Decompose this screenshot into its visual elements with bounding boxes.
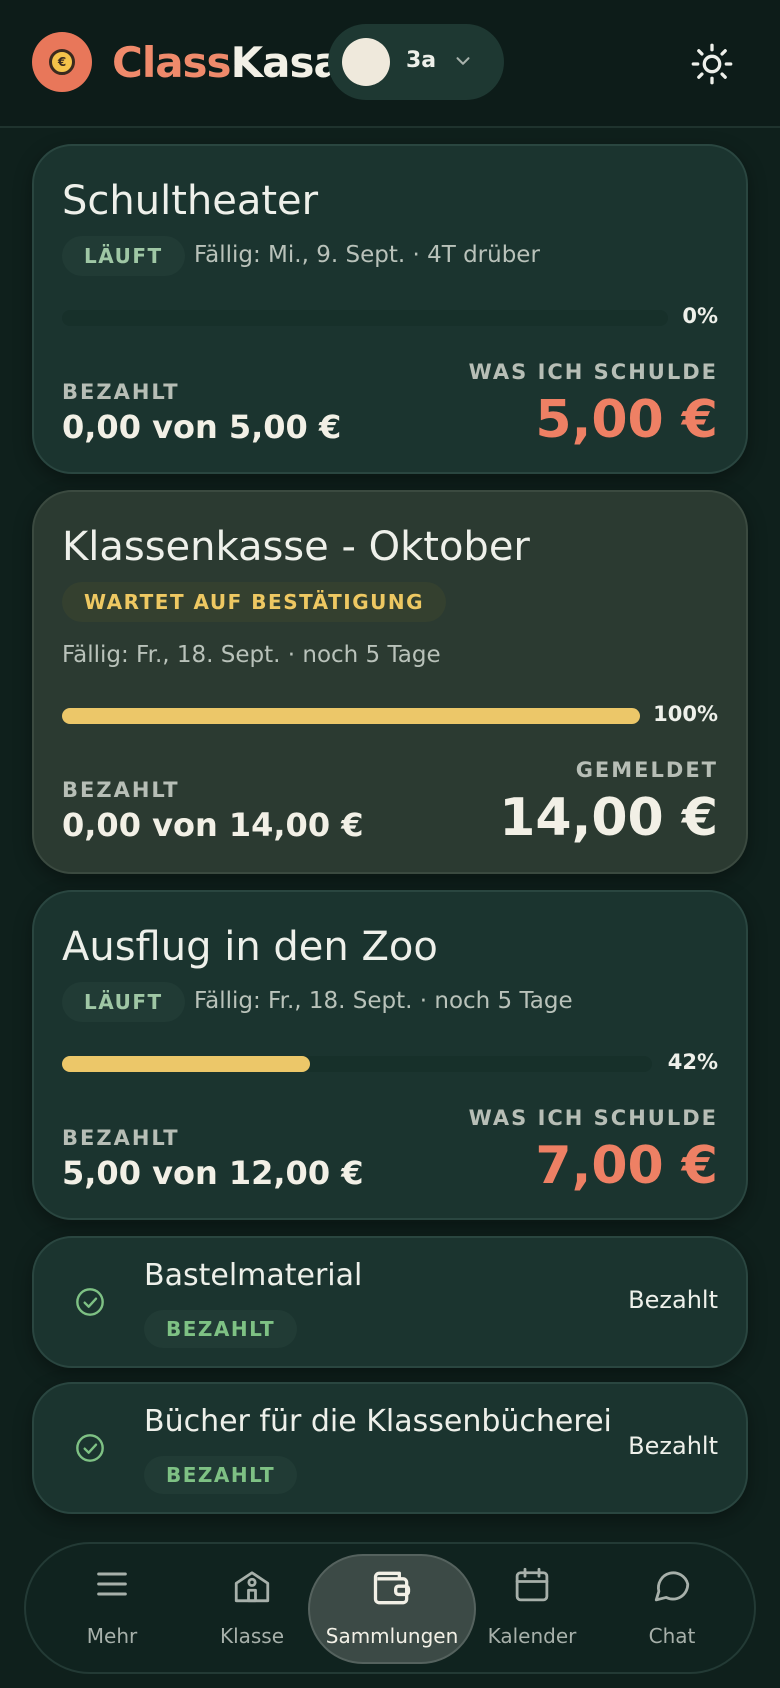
- status-badge: WARTET AUF BESTÄTIGUNG: [62, 582, 447, 622]
- nav-label: Chat: [648, 1624, 696, 1648]
- coin-icon: €: [49, 49, 75, 75]
- check-circle-icon: [76, 1434, 104, 1462]
- app-header: € ClassKasa 3a: [0, 0, 780, 128]
- amount-label: GEMELDET: [575, 758, 718, 782]
- progress-percent: 100%: [653, 702, 718, 726]
- brand-name: ClassKasa: [112, 38, 342, 87]
- progress-fill: [62, 1056, 310, 1072]
- wallet-icon: [373, 1571, 411, 1605]
- progress-bar: [62, 708, 640, 724]
- bottom-navigation: Mehr Klasse Sammlungen Kalender Chat: [24, 1542, 756, 1674]
- due-date: Fällig: Fr., 18. Sept. · noch 5 Tage: [62, 642, 441, 668]
- check-circle-icon: [76, 1288, 104, 1316]
- class-switcher[interactable]: 3a: [328, 24, 504, 100]
- paid-badge: BEZAHLT: [144, 1310, 298, 1348]
- brand-part-kasa: Kasa: [230, 38, 342, 87]
- collection-card-schultheater[interactable]: Schultheater LÄUFT Fällig: Mi., 9. Sept.…: [32, 144, 748, 474]
- chevron-down-icon: [456, 57, 470, 65]
- collection-card-zoo[interactable]: Ausflug in den Zoo LÄUFT Fällig: Fr., 18…: [32, 890, 748, 1220]
- nav-mehr[interactable]: Mehr: [42, 1544, 182, 1672]
- collection-title: Bastelmaterial: [144, 1258, 363, 1293]
- collection-title: Klassenkasse - Oktober: [62, 524, 530, 570]
- nav-label: Klasse: [219, 1624, 285, 1648]
- paid-collection-card[interactable]: Bücher für die Klassenbücherei BEZAHLT B…: [32, 1382, 748, 1514]
- paid-amount: 5,00 von 12,00 €: [62, 1154, 364, 1192]
- school-icon: [234, 1571, 270, 1603]
- progress-bar: [62, 1056, 652, 1072]
- paid-label: BEZAHLT: [62, 380, 180, 404]
- amount-label: WAS ICH SCHULDE: [468, 360, 718, 384]
- chat-icon: [654, 1571, 690, 1602]
- amount-label: WAS ICH SCHULDE: [468, 1106, 718, 1130]
- class-avatar: [342, 38, 390, 86]
- nav-klasse[interactable]: Klasse: [182, 1544, 322, 1672]
- progress-percent: 42%: [667, 1050, 718, 1074]
- collection-title: Ausflug in den Zoo: [62, 924, 438, 970]
- theme-toggle-sun-icon[interactable]: [690, 42, 734, 86]
- progress-percent: 0%: [682, 304, 718, 328]
- nav-label: Mehr: [86, 1624, 138, 1648]
- app-logo: €: [32, 32, 92, 92]
- progress-bar: [62, 310, 668, 326]
- paid-amount: 0,00 von 14,00 €: [62, 806, 364, 844]
- paid-label: BEZAHLT: [62, 1126, 180, 1150]
- due-date: Fällig: Mi., 9. Sept. · 4T drüber: [194, 242, 540, 268]
- nav-label: Kalender: [487, 1624, 577, 1648]
- nav-sammlungen[interactable]: Sammlungen: [308, 1554, 476, 1664]
- status-badge: LÄUFT: [62, 982, 185, 1022]
- amount-owed: 7,00 €: [535, 1136, 718, 1196]
- paid-collection-card[interactable]: Bastelmaterial BEZAHLT Bezahlt: [32, 1236, 748, 1368]
- menu-icon: [97, 1572, 127, 1596]
- collection-card-klassenkasse[interactable]: Klassenkasse - Oktober WARTET AUF BESTÄT…: [32, 490, 748, 874]
- nav-chat[interactable]: Chat: [602, 1544, 742, 1672]
- paid-status: Bezahlt: [628, 1432, 718, 1460]
- due-date: Fällig: Fr., 18. Sept. · noch 5 Tage: [194, 988, 573, 1014]
- calendar-icon: [515, 1567, 549, 1602]
- brand-part-class: Class: [112, 38, 232, 87]
- amount-reported: 14,00 €: [499, 788, 718, 848]
- paid-amount: 0,00 von 5,00 €: [62, 408, 342, 446]
- nav-label: Sammlungen: [325, 1624, 459, 1648]
- progress-fill: [62, 708, 640, 724]
- paid-label: BEZAHLT: [62, 778, 180, 802]
- collection-title: Bücher für die Klassenbücherei: [144, 1404, 612, 1439]
- class-name: 3a: [406, 48, 437, 73]
- collection-title: Schultheater: [62, 178, 319, 224]
- paid-status: Bezahlt: [628, 1286, 718, 1314]
- paid-badge: BEZAHLT: [144, 1456, 298, 1494]
- nav-kalender[interactable]: Kalender: [462, 1544, 602, 1672]
- amount-owed: 5,00 €: [535, 390, 718, 450]
- status-badge: LÄUFT: [62, 236, 185, 276]
